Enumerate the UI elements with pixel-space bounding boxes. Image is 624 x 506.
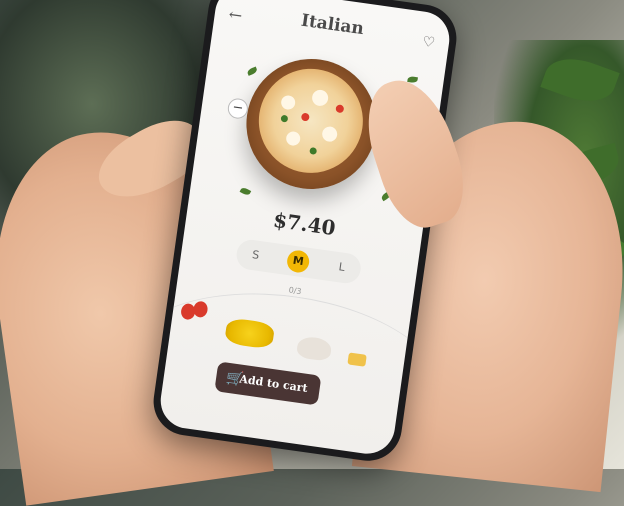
size-option-s[interactable]: S [243, 243, 268, 268]
pizza-topping [280, 114, 289, 123]
cart-icon: 🛒 [225, 369, 245, 388]
heart-icon[interactable]: ♡ [421, 34, 436, 52]
pizza-topping [309, 147, 318, 155]
price-label: $7.40 [271, 207, 338, 241]
tomato-icon [192, 300, 209, 319]
size-option-m[interactable]: M [285, 249, 311, 274]
add-to-cart-label: Add to cart [238, 372, 309, 395]
pizza-topping [311, 88, 330, 107]
pizza-topping [335, 104, 345, 114]
basil-leaf-icon [239, 186, 252, 197]
ingredient-pasta[interactable] [347, 352, 367, 367]
pizza-topping [285, 130, 302, 147]
pizza-topping [280, 94, 297, 111]
ingredient-tomato[interactable] [180, 299, 212, 323]
pizza-plate [238, 50, 385, 198]
size-option-l[interactable]: L [329, 255, 354, 280]
pizza-image [252, 62, 370, 180]
pizza-topping [321, 125, 339, 143]
size-selector: S M L [234, 237, 363, 286]
pizza-topping [300, 112, 310, 122]
basil-leaf-icon [246, 66, 258, 76]
